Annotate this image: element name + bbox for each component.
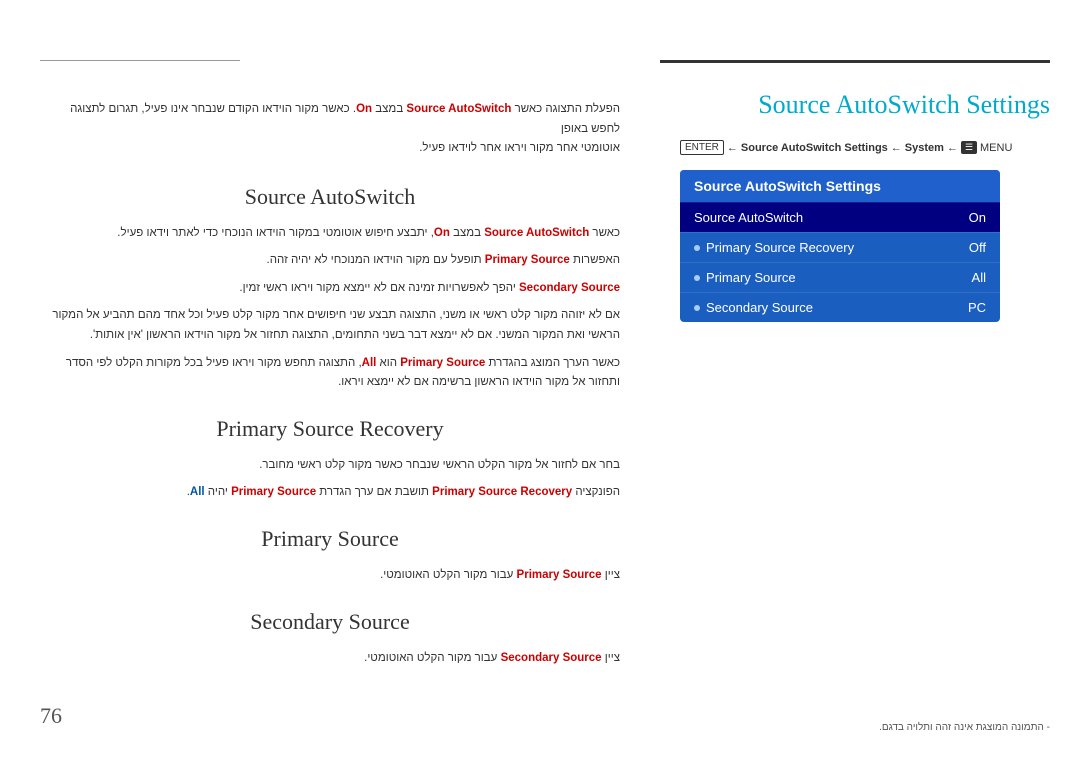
top-border-right: [660, 60, 1050, 63]
section-body-autoswitch-3: Secondary Source יהפך לאפשרויות זמינה אם…: [40, 279, 620, 299]
dot-secondary-source: [694, 305, 700, 311]
section-title-primary-source: Primary Source: [40, 521, 620, 556]
menu-item-value-primary-recovery: Off: [969, 240, 986, 255]
menu-item-label-primary-source: Primary Source: [694, 270, 796, 285]
menu-item-label-source-autoswitch: Source AutoSwitch: [694, 210, 803, 225]
enter-icon: ENTER: [680, 140, 724, 155]
section-body-primary-recovery-1: בחר אם לחזור אל מקור הקלט הראשי שנבחר כא…: [40, 456, 620, 476]
menu-item-value-secondary-source: PC: [968, 300, 986, 315]
breadcrumb-arrow2: ←: [891, 142, 902, 154]
menu-item-value-primary-source: All: [972, 270, 986, 285]
menu-item-label-secondary-source: Secondary Source: [694, 300, 813, 315]
section-title-primary-recovery: Primary Source Recovery: [40, 411, 620, 446]
menu-box: Source AutoSwitch Settings Source AutoSw…: [680, 170, 1000, 322]
breadcrumb: ENTER ← Source AutoSwitch Settings ← Sys…: [680, 140, 1050, 155]
menu-icon: ☰: [961, 141, 977, 154]
intro-text: הפעלת התצוגה כאשר Source AutoSwitch במצב…: [40, 100, 620, 159]
section-body-autoswitch-4: אם לא יזוהה מקור קלט ראשי או משני, התצוג…: [40, 306, 620, 345]
dot-primary-source: [694, 275, 700, 281]
section-title-autoswitch: Source AutoSwitch: [40, 179, 620, 214]
menu-item-value-source-autoswitch: On: [969, 210, 986, 225]
section-body-autoswitch-5: כאשר הערך המוצג בהגדרת Primary Source הו…: [40, 354, 620, 393]
disclaimer: - התמונה המוצגת אינה זהה ותלויה בדגם.: [879, 722, 1050, 733]
menu-box-title: Source AutoSwitch Settings: [680, 170, 1000, 202]
breadcrumb-crumb1: Source AutoSwitch Settings: [741, 142, 888, 154]
menu-item-primary-source[interactable]: Primary Source All: [680, 262, 1000, 292]
left-panel: הפעלת התצוגה כאשר Source AutoSwitch במצב…: [0, 0, 660, 763]
page-container: הפעלת התצוגה כאשר Source AutoSwitch במצב…: [0, 0, 1080, 763]
menu-item-source-autoswitch[interactable]: Source AutoSwitch On: [680, 202, 1000, 232]
section-body-autoswitch-1: כאשר Source AutoSwitch במצב On, יתבצע חי…: [40, 224, 620, 244]
section-primary-source: Primary Source ציין Primary Source עבור …: [40, 521, 620, 586]
menu-item-primary-recovery[interactable]: Primary Source Recovery Off: [680, 232, 1000, 262]
menu-item-secondary-source[interactable]: Secondary Source PC: [680, 292, 1000, 322]
dot-primary-recovery: [694, 245, 700, 251]
section-body-secondary-source: ציין Secondary Source עבור מקור הקלט האו…: [40, 649, 620, 669]
section-title-secondary-source: Secondary Source: [40, 604, 620, 639]
right-panel: Source AutoSwitch Settings ENTER ← Sourc…: [660, 0, 1080, 763]
breadcrumb-menu: MENU: [980, 142, 1012, 154]
page-title: Source AutoSwitch Settings: [680, 90, 1050, 120]
breadcrumb-arrow1: ←: [727, 142, 738, 154]
breadcrumb-crumb2: System: [905, 142, 944, 154]
breadcrumb-arrow3: ←: [947, 142, 958, 154]
section-body-primary-source: ציין Primary Source עבור מקור הקלט האוטו…: [40, 566, 620, 586]
section-source-autoswitch: Source AutoSwitch כאשר Source AutoSwitch…: [40, 179, 620, 393]
section-body-autoswitch-2: האפשרות Primary Source תופעל עם מקור הוי…: [40, 251, 620, 271]
section-body-primary-recovery-2: הפונקציה Primary Source Recovery תושבת א…: [40, 483, 620, 503]
top-border-left: [40, 60, 240, 61]
section-secondary-source: Secondary Source ציין Secondary Source ע…: [40, 604, 620, 669]
section-primary-recovery: Primary Source Recovery בחר אם לחזור אל …: [40, 411, 620, 503]
page-number: 76: [40, 698, 62, 733]
menu-item-label-primary-recovery: Primary Source Recovery: [694, 240, 854, 255]
